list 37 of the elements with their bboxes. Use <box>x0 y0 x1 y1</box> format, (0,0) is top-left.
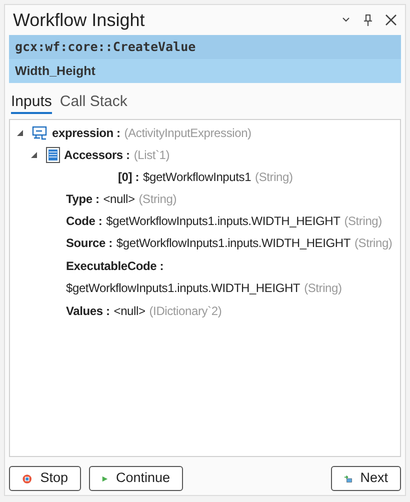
close-icon[interactable] <box>385 14 397 26</box>
continue-button[interactable]: Continue <box>89 466 183 491</box>
property-name: Accessors : <box>64 147 130 164</box>
stop-icon <box>22 472 32 486</box>
property-type: (String) <box>354 235 392 252</box>
property-value: <null> <box>114 303 146 320</box>
property-type: (ActivityInputExpression) <box>124 125 252 142</box>
flowchart-icon <box>32 126 48 140</box>
collapse-triangle-icon[interactable] <box>16 129 24 137</box>
property-type: (IDictionary`2) <box>149 303 222 320</box>
tab[interactable]: Inputs <box>11 92 52 114</box>
property-name: ExecutableCode : <box>66 258 164 275</box>
property-name: Code : <box>66 213 102 230</box>
collapse-triangle-icon[interactable] <box>30 151 38 159</box>
property-name: Source : <box>66 235 112 252</box>
property-type: (String) <box>255 169 293 186</box>
property-name: [0] : <box>118 169 139 186</box>
window-title: Workflow Insight <box>13 8 146 32</box>
property-type: (String) <box>138 191 176 208</box>
tab[interactable]: Call Stack <box>60 92 128 114</box>
property-value: $getWorkflowInputs1.inputs.WIDTH_HEIGHT <box>106 213 340 230</box>
property-name: Values : <box>66 303 110 320</box>
property-name: Type : <box>66 191 100 208</box>
property-value: <null> <box>103 191 135 208</box>
pin-icon[interactable] <box>363 14 373 26</box>
property-name: expression : <box>52 125 120 142</box>
activity-header: gcx:wf:core::CreateValue <box>9 35 401 59</box>
property-type: (List`1) <box>134 147 170 164</box>
next-button[interactable]: Next <box>331 466 401 491</box>
stop-button[interactable]: Stop <box>9 466 81 491</box>
property-value: $getWorkflowInputs1.inputs.WIDTH_HEIGHT <box>66 280 300 297</box>
activity-name: Width_Height <box>9 59 401 83</box>
property-type: (String) <box>304 280 342 297</box>
property-value: $getWorkflowInputs1.inputs.WIDTH_HEIGHT <box>116 235 350 252</box>
list-icon <box>46 147 60 163</box>
property-value: $getWorkflowInputs1 <box>143 169 252 186</box>
property-type: (String) <box>344 213 382 230</box>
